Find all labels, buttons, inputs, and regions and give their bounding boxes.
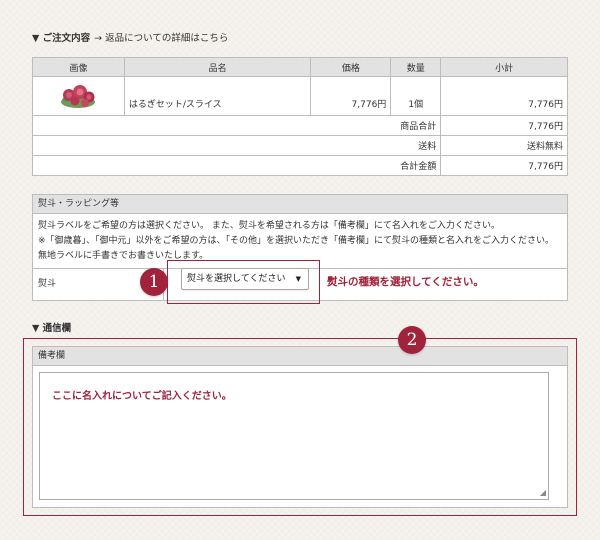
product-subtotal: 7,776円 — [440, 76, 568, 116]
resize-grip-icon[interactable]: ◢ — [540, 488, 546, 497]
noshi-description-line1: 熨斗ラベルをご希望の方は選択ください。 また、熨斗を希望される方は「備考欄」にて… — [38, 221, 500, 231]
noshi-select-value: 熨斗を選択してください — [187, 274, 286, 284]
noshi-type-select[interactable]: 熨斗を選択してください ▼ — [181, 268, 309, 290]
noshi-panel-title: 熨斗・ラッピング等 — [33, 195, 567, 214]
table-row: はるぎセット/スライス 7,776円 1個 7,776円 — [32, 76, 568, 116]
order-section-title: ▼ ご注文内容 → 返品についての詳細はこちら — [32, 33, 229, 44]
product-price: 7,776円 — [310, 76, 392, 116]
header-price: 価格 — [310, 57, 392, 77]
table-row: 合計金額 7,776円 — [31, 155, 568, 176]
summary-value-shipping: 送料無料 — [440, 135, 568, 156]
product-quantity: 1個 — [390, 76, 442, 116]
header-image: 画像 — [32, 57, 125, 77]
header-quantity: 数量 — [390, 57, 442, 77]
summary-value-grand-total: 7,776円 — [440, 155, 568, 176]
memo-textarea[interactable]: ここに名入れについてご記入ください。 ◢ — [39, 372, 549, 500]
product-image-cell — [32, 76, 125, 116]
memo-section-title: ▼ 通信欄 — [32, 323, 72, 334]
product-name: はるぎセット/スライス — [123, 76, 312, 116]
dropdown-arrow-icon: ▼ — [295, 275, 301, 283]
header-product-name: 品名 — [123, 57, 312, 77]
memo-panel: 備考欄 ここに名入れについてご記入ください。 ◢ — [32, 346, 568, 508]
summary-label-product-total: 商品合計 — [31, 115, 442, 136]
order-table: 画像 品名 価格 数量 小計 はるぎセット/スライス 7,776円 1個 7,7… — [31, 57, 568, 176]
table-row: 送料 送料無料 — [31, 135, 568, 156]
summary-label-shipping: 送料 — [31, 135, 442, 156]
summary-value-product-total: 7,776円 — [440, 115, 568, 136]
order-table-header: 画像 品名 価格 数量 小計 — [32, 57, 568, 77]
rose-bouquet-image — [56, 80, 100, 110]
step-2-badge: 2 — [398, 326, 426, 354]
memo-panel-title: 備考欄 — [33, 347, 567, 366]
step-1-badge: 1 — [140, 268, 168, 296]
table-row: 商品合計 7,776円 — [31, 115, 568, 136]
noshi-callout-text: 熨斗の種類を選択してください。 — [327, 276, 484, 288]
summary-label-grand-total: 合計金額 — [31, 155, 442, 176]
return-info-link[interactable]: → 返品についての詳細はこちら — [94, 33, 228, 44]
header-subtotal: 小計 — [440, 57, 568, 77]
memo-placeholder: ここに名入れについてご記入ください。 — [52, 391, 232, 402]
